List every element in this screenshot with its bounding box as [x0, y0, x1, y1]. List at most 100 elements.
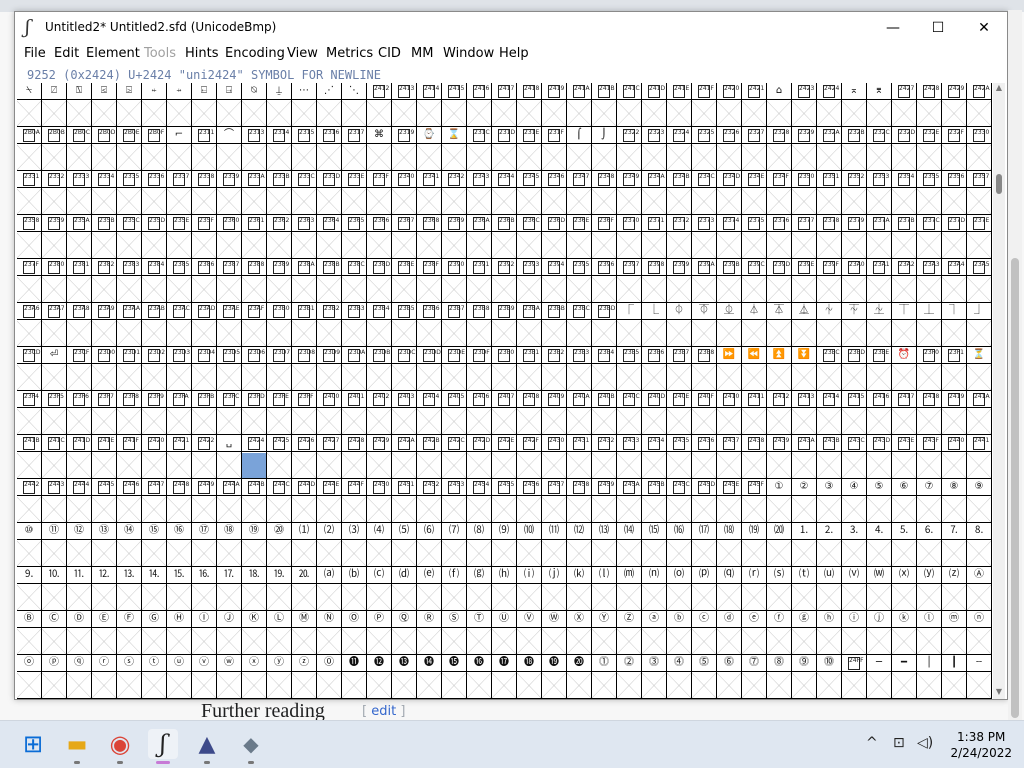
glyph-cell[interactable]: 233A	[242, 171, 267, 215]
glyph-cell[interactable]: ⒪	[667, 567, 692, 611]
glyph-cell[interactable]: 2443	[42, 479, 67, 523]
glyph-cell[interactable]: 23A3	[917, 259, 942, 303]
glyph-cell[interactable]: Ⓙ	[217, 611, 242, 655]
glyph-cell[interactable]: ⓭	[392, 655, 417, 699]
glyph-cell[interactable]: 2341	[417, 171, 442, 215]
glyph-cell[interactable]: 2319	[392, 127, 417, 171]
glyph-cell[interactable]: ⍈	[217, 83, 242, 127]
glyph-cell[interactable]: ⒞	[367, 567, 392, 611]
glyph-cell[interactable]: 2447	[142, 479, 167, 523]
glyph-cell[interactable]: 237A	[867, 215, 892, 259]
glyph-cell[interactable]: ⍉	[242, 83, 267, 127]
glyph-cell[interactable]: 2381	[67, 259, 92, 303]
glyph-cell[interactable]: ③	[817, 479, 842, 523]
inkscape-button[interactable]: ▲	[192, 729, 222, 764]
glyph-cell[interactable]: 2387	[217, 259, 242, 303]
glyph-cell[interactable]: 23D5	[217, 347, 242, 391]
glyph-cell[interactable]: ⓑ	[667, 611, 692, 655]
glyph-cell[interactable]: 234D	[717, 171, 742, 215]
glyph-cell[interactable]: 231E	[517, 127, 542, 171]
glyph-cell[interactable]: Ⓛ	[267, 611, 292, 655]
glyph-cell[interactable]: 2423	[792, 83, 817, 127]
glyph-cell[interactable]: 23A1	[867, 259, 892, 303]
glyph-cell[interactable]: 2430	[542, 435, 567, 479]
glyph-cell[interactable]: ⓵	[592, 655, 617, 699]
glyph-cell[interactable]: ⑩	[17, 523, 42, 567]
glyph-cell[interactable]: 2415	[842, 391, 867, 435]
glyph-cell[interactable]: 23B0	[267, 303, 292, 347]
glyph-cell[interactable]: ⒀	[592, 523, 617, 567]
glyph-cell[interactable]: ⒱	[842, 567, 867, 611]
glyph-cell[interactable]: ⓝ	[967, 611, 992, 655]
glyph-cell[interactable]: 23AA	[117, 303, 142, 347]
glyph-cell[interactable]: ⌆	[867, 83, 892, 127]
glyph-cell[interactable]: 241B	[17, 435, 42, 479]
glyph-cell[interactable]: 2413	[792, 391, 817, 435]
glyph-cell[interactable]: ⏎	[42, 347, 67, 391]
glyph-cell[interactable]: 235D	[142, 215, 167, 259]
glyph-cell[interactable]: 23DD	[417, 347, 442, 391]
glyph-cell[interactable]: │	[917, 655, 942, 699]
glyph-cell[interactable]: 243C	[842, 435, 867, 479]
glyph-cell[interactable]: ⓗ	[817, 611, 842, 655]
glyph-cell[interactable]: 23B9	[492, 303, 517, 347]
glyph-cell[interactable]: ⑨	[967, 479, 992, 523]
glyph-cell[interactable]: 23CF	[67, 347, 92, 391]
glyph-cell[interactable]: ⒟	[392, 567, 417, 611]
glyph-cell[interactable]: ⒲	[867, 567, 892, 611]
glyph-cell[interactable]: 234B	[667, 171, 692, 215]
glyph-cell[interactable]: ⓚ	[892, 611, 917, 655]
glyph-cell[interactable]: ⓷	[642, 655, 667, 699]
glyph-cell[interactable]: 2445	[92, 479, 117, 523]
glyph-cell[interactable]: Ⓢ	[442, 611, 467, 655]
glyph-cell[interactable]: ⒤	[517, 567, 542, 611]
glyph-cell[interactable]: 2372	[667, 215, 692, 259]
glyph-cell[interactable]: 2338	[192, 171, 217, 215]
glyph-cell[interactable]: ⓜ	[942, 611, 967, 655]
glyph-cell[interactable]: ⒛	[292, 567, 317, 611]
glyph-cell[interactable]: 23B6	[417, 303, 442, 347]
glyph-cell[interactable]: ⒎	[942, 523, 967, 567]
glyph-cell[interactable]: 23E0	[492, 347, 517, 391]
glyph-cell[interactable]: 23AD	[192, 303, 217, 347]
glyph-cell[interactable]: 243B	[817, 435, 842, 479]
glyph-cell[interactable]: 23A8	[67, 303, 92, 347]
glyph-cell[interactable]: 2322	[617, 127, 642, 171]
glyph-cell[interactable]: ⑫	[67, 523, 92, 567]
glyph-cell[interactable]: 236B	[492, 215, 517, 259]
glyph-cell[interactable]: 2418	[517, 83, 542, 127]
glyph-cell[interactable]: 2B0D	[92, 127, 117, 171]
glyph-cell[interactable]: ⓽	[792, 655, 817, 699]
glyph-cell[interactable]: 2330	[967, 127, 992, 171]
glyph-cell[interactable]: ⑥	[892, 479, 917, 523]
glyph-cell[interactable]: ④	[842, 479, 867, 523]
glyph-cell[interactable]: 2416	[867, 391, 892, 435]
glyph-cell[interactable]: ①	[767, 479, 792, 523]
glyph-cell[interactable]: 2373	[692, 215, 717, 259]
glyph-cell[interactable]: 2366	[367, 215, 392, 259]
glyph-cell[interactable]: 23F4	[17, 391, 42, 435]
glyph-cell[interactable]: ⏄	[767, 303, 792, 347]
glyph-cell[interactable]: 232B	[842, 127, 867, 171]
glyph-cell[interactable]: 23F9	[142, 391, 167, 435]
glyph-cell[interactable]: 2339	[217, 171, 242, 215]
glyph-cell[interactable]: 23E7	[667, 347, 692, 391]
glyph-cell[interactable]: ⏫	[767, 347, 792, 391]
glyph-cell[interactable]: ⑱	[217, 523, 242, 567]
glyph-cell[interactable]: ⍀	[17, 83, 42, 127]
glyph-cell[interactable]: ⒓	[92, 567, 117, 611]
glyph-cell[interactable]: 2426	[292, 435, 317, 479]
glyph-cell[interactable]: 23FA	[167, 391, 192, 435]
glyph-cell[interactable]: 232D	[892, 127, 917, 171]
glyph-cell[interactable]: 236F	[592, 215, 617, 259]
glyph-cell[interactable]: 2424	[817, 83, 842, 127]
glyph-cell[interactable]: 236D	[542, 215, 567, 259]
glyph-cell[interactable]: 2375	[742, 215, 767, 259]
glyph-cell[interactable]: 2343	[467, 171, 492, 215]
glyph-cell[interactable]: 244F	[342, 479, 367, 523]
glyph-cell[interactable]: ⌅	[842, 83, 867, 127]
glyph-cell[interactable]: 2380	[42, 259, 67, 303]
glyph-cell[interactable]: ⍇	[192, 83, 217, 127]
glyph-cell[interactable]: 23F5	[42, 391, 67, 435]
glyph-cell[interactable]: 2349	[617, 171, 642, 215]
